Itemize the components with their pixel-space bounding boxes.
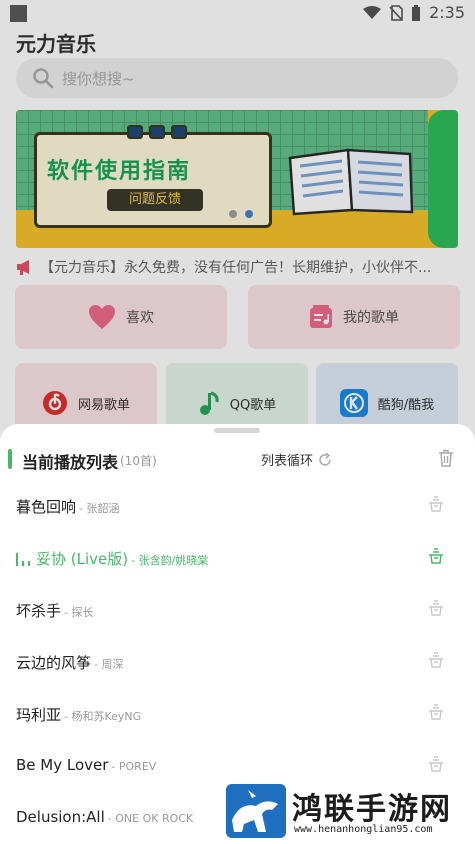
- song-title: Be My Lover: [16, 756, 109, 774]
- song-artist: - POREV: [111, 760, 157, 773]
- song-title: 妥协 (Live版): [36, 550, 129, 568]
- song-title: 玛利亚: [16, 706, 62, 724]
- trash-icon[interactable]: [438, 449, 454, 467]
- watermark-url: www.henanhonglian95.com: [294, 824, 433, 835]
- site-watermark: 鸿联手游网 www.henanhonglian95.com: [226, 782, 471, 842]
- remove-from-queue-icon[interactable]: [428, 496, 444, 512]
- remove-from-queue-icon[interactable]: [428, 704, 444, 720]
- title-accent-bar: [8, 449, 12, 469]
- playlist-count: (10首): [120, 454, 157, 468]
- play-mode-label: 列表循环: [261, 454, 314, 469]
- song-title: 坏杀手: [16, 602, 62, 620]
- remove-from-queue-icon[interactable]: [428, 548, 444, 564]
- song-artist: - 张含韵/姚晓棠: [131, 554, 209, 567]
- song-title: 暮色回响: [16, 498, 77, 516]
- playlist-song-row[interactable]: Be My Lover - POREV: [0, 746, 475, 786]
- watermark-logo: [226, 784, 286, 838]
- remove-from-queue-icon[interactable]: [428, 600, 444, 616]
- repeat-icon: [319, 452, 331, 466]
- remove-from-queue-icon[interactable]: [428, 652, 444, 668]
- song-artist: - 周深: [94, 658, 124, 671]
- song-artist: - ONE OK ROCK: [107, 812, 194, 825]
- playlist-song-row[interactable]: 暮色回响 - 张韶涵: [0, 486, 475, 526]
- play-mode-toggle[interactable]: 列表循环: [261, 450, 332, 469]
- playlist-song-row[interactable]: 坏杀手 - 探长: [0, 590, 475, 630]
- playlist-song-row[interactable]: 云边的风筝 - 周深: [0, 642, 475, 682]
- song-title: Delusion:All: [16, 808, 105, 826]
- song-artist: - 杨和苏KeyNG: [64, 710, 142, 723]
- playlist-song-row-active[interactable]: 妥协 (Live版) - 张含韵/姚晓棠: [0, 538, 475, 578]
- song-title: 云边的风筝: [16, 654, 92, 672]
- now-playing-icon: [16, 553, 32, 566]
- playlist-song-row[interactable]: 玛利亚 - 杨和苏KeyNG: [0, 694, 475, 734]
- song-artist: - 探长: [64, 606, 94, 619]
- watermark-name: 鸿联手游网: [292, 792, 452, 827]
- song-artist: - 张韶涵: [79, 502, 120, 515]
- now-playing-sheet: 当前播放列表 (10首) 列表循环 暮色回响 - 张韶涵 妥协 (Live版) - …: [0, 424, 475, 844]
- remove-from-queue-icon[interactable]: [428, 756, 444, 772]
- playlist-title: 当前播放列表: [22, 453, 119, 472]
- sheet-drag-handle[interactable]: [214, 428, 260, 433]
